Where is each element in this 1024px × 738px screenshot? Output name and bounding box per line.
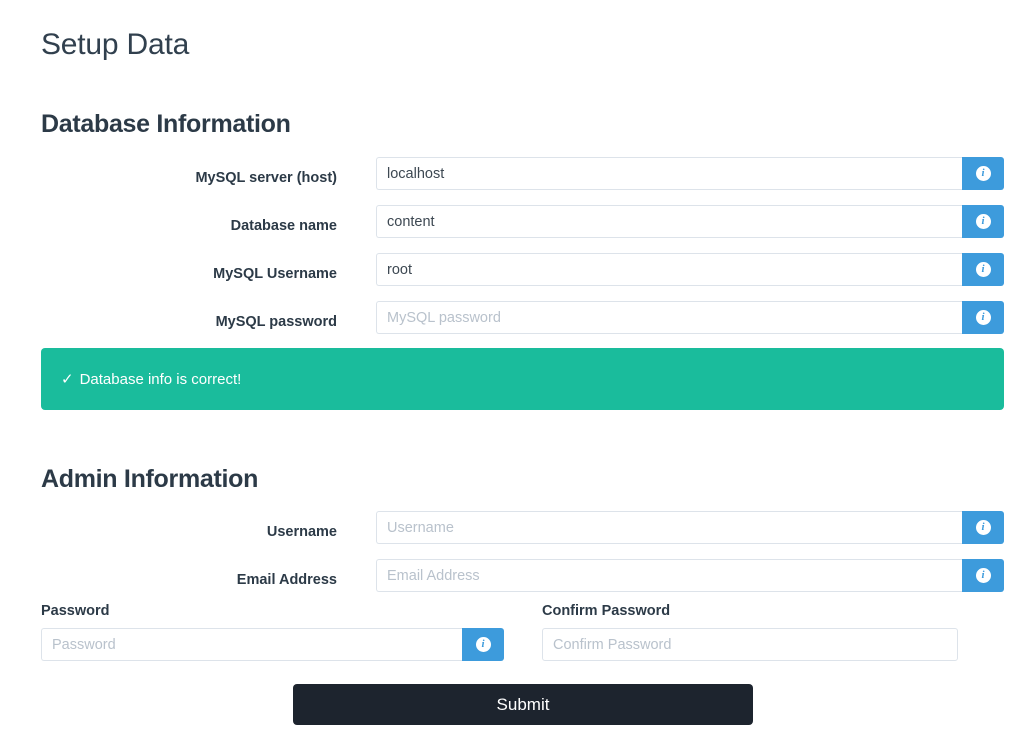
field-input-group-mysql-host: i <box>376 157 1004 190</box>
confirm-password-input[interactable] <box>542 628 958 661</box>
field-input-group-mysql-username: i <box>376 253 1004 286</box>
field-row-mysql-host: MySQL server (host) i <box>41 157 1004 197</box>
field-label-confirm-password: Confirm Password <box>542 603 671 619</box>
field-row-mysql-username: MySQL Username i <box>41 253 1004 293</box>
info-icon: i <box>975 520 991 535</box>
field-input-group-username: i <box>376 511 1004 544</box>
section-heading-admin: Admin Information <box>41 464 259 493</box>
field-label-email-address: Email Address <box>236 572 337 588</box>
database-name-info-button[interactable]: i <box>962 205 1004 238</box>
mysql-host-input[interactable] <box>376 157 962 190</box>
field-input-group-confirm-password <box>542 628 958 661</box>
field-row-username: Username i <box>41 511 1004 551</box>
info-icon: i <box>975 214 991 229</box>
field-input-group-mysql-password: i <box>376 301 1004 334</box>
alert-message: Database info is correct! <box>79 370 242 388</box>
password-input[interactable] <box>41 628 462 661</box>
info-icon: i <box>975 262 991 277</box>
field-label-database-name: Database name <box>230 218 337 234</box>
field-row-database-name: Database name i <box>41 205 1004 245</box>
field-input-group-password: i <box>41 628 504 661</box>
field-label-username: Username <box>266 524 337 540</box>
section-heading-database: Database Information <box>41 109 291 138</box>
field-label-mysql-username: MySQL Username <box>213 266 337 282</box>
mysql-password-input[interactable] <box>376 301 962 334</box>
mysql-username-input[interactable] <box>376 253 962 286</box>
check-icon: ✓ <box>61 371 74 388</box>
submit-button[interactable]: Submit <box>293 684 753 725</box>
field-input-group-database-name: i <box>376 205 1004 238</box>
field-group-password: Password i <box>41 601 504 661</box>
field-row-email-address: Email Address i <box>41 559 1004 599</box>
page-title: Setup Data <box>41 28 190 62</box>
field-label-password: Password <box>41 603 110 619</box>
database-name-input[interactable] <box>376 205 962 238</box>
field-label-mysql-host: MySQL server (host) <box>195 170 337 186</box>
field-input-group-email-address: i <box>376 559 1004 592</box>
mysql-username-info-button[interactable]: i <box>962 253 1004 286</box>
info-icon: i <box>975 310 991 325</box>
password-info-button[interactable]: i <box>462 628 504 661</box>
info-icon: i <box>475 637 491 652</box>
mysql-password-info-button[interactable]: i <box>962 301 1004 334</box>
field-row-mysql-password: MySQL password i <box>41 301 1004 341</box>
field-label-mysql-password: MySQL password <box>215 314 337 330</box>
username-info-button[interactable]: i <box>962 511 1004 544</box>
info-icon: i <box>975 568 991 583</box>
setup-data-page: Setup Data Database Information MySQL se… <box>0 0 1024 738</box>
email-address-info-button[interactable]: i <box>962 559 1004 592</box>
username-input[interactable] <box>376 511 962 544</box>
mysql-host-info-button[interactable]: i <box>962 157 1004 190</box>
info-icon: i <box>975 166 991 181</box>
email-address-input[interactable] <box>376 559 962 592</box>
database-status-alert: ✓ Database info is correct! <box>41 348 1004 410</box>
field-group-confirm-password: Confirm Password <box>542 601 958 661</box>
